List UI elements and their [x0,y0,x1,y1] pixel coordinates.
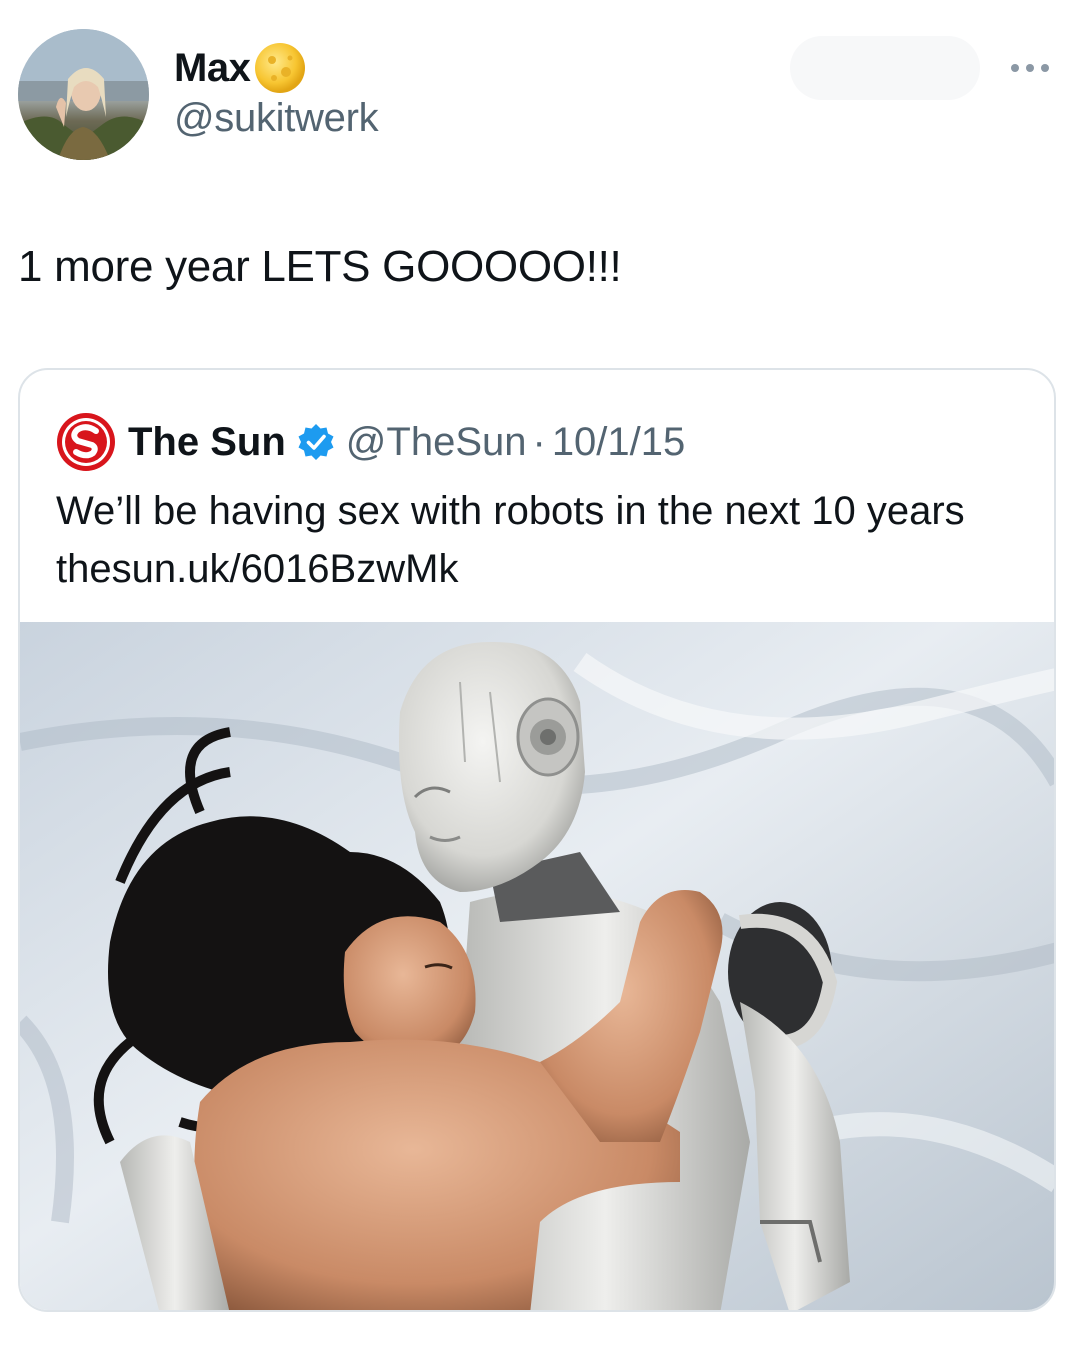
moon-emoji-icon [255,43,306,93]
more-options-icon[interactable] [1007,58,1053,78]
quoted-tweet-image[interactable] [20,622,1056,1312]
header-separator: · [532,419,546,464]
author-name-row: Max [174,40,308,96]
quoted-date[interactable]: 10/1/15 [552,420,685,465]
quoted-tweet-text: We’ll be having sex with robots in the n… [56,489,965,591]
quoted-handle[interactable]: @TheSun [346,420,527,465]
avatar-photo [18,29,149,160]
follow-button[interactable] [790,36,980,100]
quoted-tweet-header: The Sun @TheSun · 10/1/15 [56,412,685,472]
verified-badge-icon [298,424,334,460]
author-handle[interactable]: @sukitwerk [174,96,379,141]
quoted-tweet[interactable]: The Sun @TheSun · 10/1/15 We’ll be havin… [18,368,1056,1312]
avatar[interactable] [18,29,149,160]
display-name[interactable]: Max [174,46,251,91]
the-sun-logo-icon[interactable] [56,412,116,472]
quoted-display-name[interactable]: The Sun [128,420,286,465]
tweet-text: 1 more year LETS GOOOOO!!! [18,242,622,291]
